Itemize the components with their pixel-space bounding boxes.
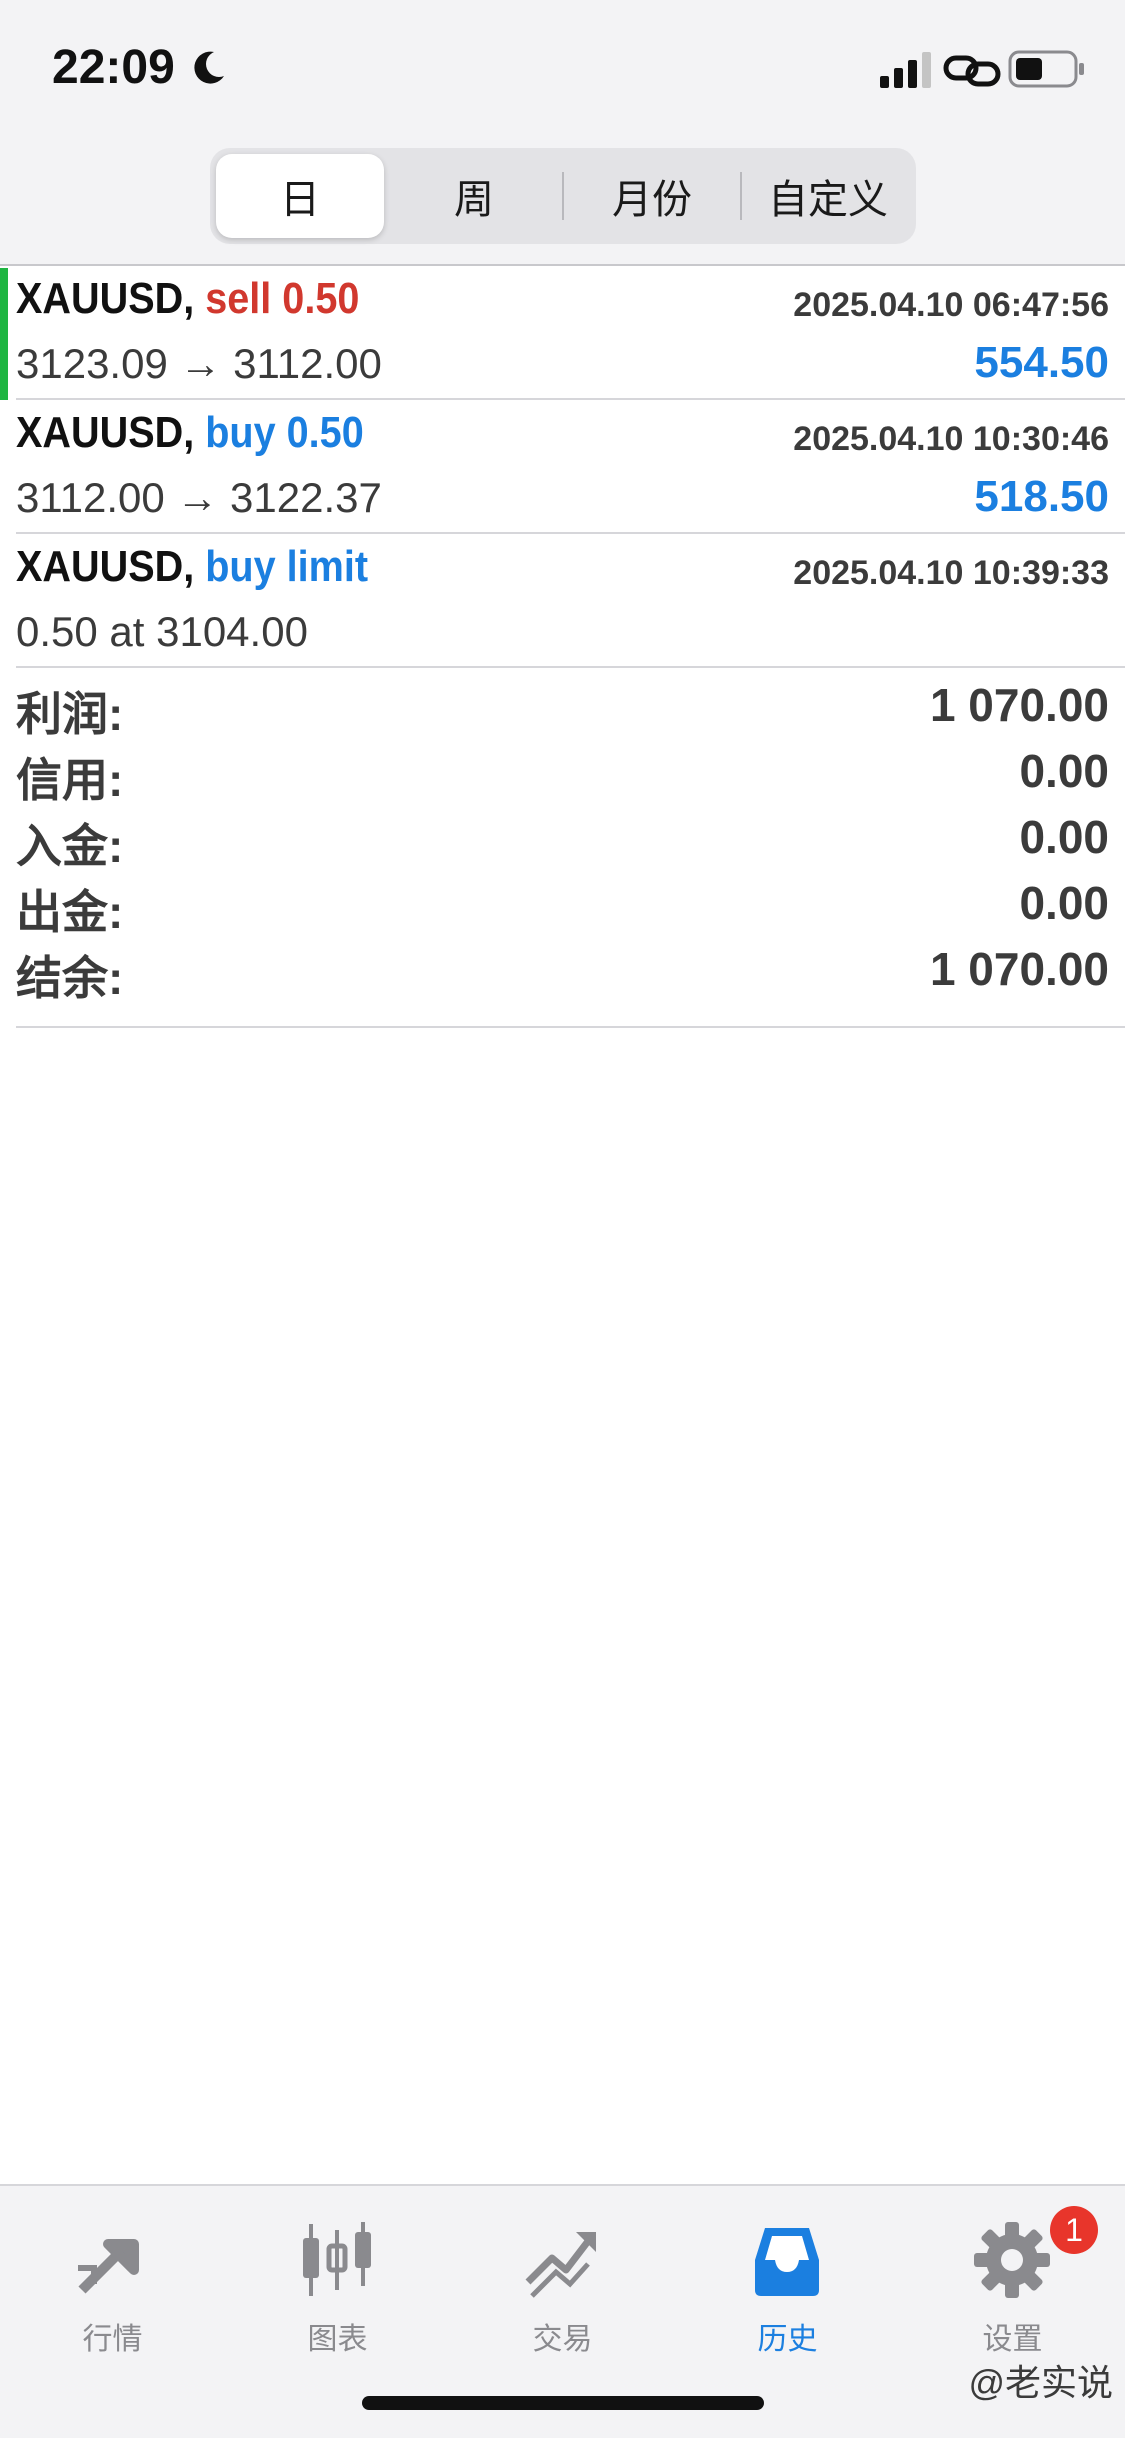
trade-row[interactable]: XAUUSD, sell 0.50 2025.04.10 06:47:56 31… [0,266,1125,400]
link-icon [943,55,1001,87]
period-selector-area: 日 周 月份 自定义 [0,140,1125,264]
order-time: 2025.04.10 10:39:33 [793,554,1109,592]
tab-label: 行情 [82,2323,143,2356]
period-segmented-control: 日 周 月份 自定义 [210,148,916,244]
chart-icon [303,2222,371,2296]
quotes-icon [78,2239,139,2294]
summary-label: 信用: [16,754,124,806]
tab-trade[interactable]: 交易 [450,2204,675,2356]
tab-label: 图表 [307,2323,368,2356]
account-summary: 利润: 1 070.00 信用: 0.00 入金: 0.00 出金: 0.00 … [0,670,1125,1004]
summary-label: 结余: [16,952,124,1004]
moon-icon [194,51,224,84]
summary-label: 利润: [16,688,124,740]
status-bar: 22:09 [0,0,1125,140]
tab-quotes[interactable]: 行情 [0,2204,225,2356]
summary-credit-row: 信用: 0.00 [0,736,1125,806]
trade-time: 2025.04.10 06:47:56 [793,286,1109,324]
summary-profit-row: 利润: 1 070.00 [0,670,1125,740]
summary-value: 1 070.00 [929,943,1109,995]
trade-symbol: XAUUSD, [16,274,195,323]
home-indicator [362,2396,764,2410]
order-type: buy limit [205,542,369,591]
summary-balance-row: 结余: 1 070.00 [0,934,1125,1004]
history-icon [755,2228,819,2296]
order-title: XAUUSD, buy limit [16,542,368,592]
summary-value: 0.00 [1019,745,1109,797]
selected-indicator [0,268,8,400]
segment-divider [740,172,742,220]
tab-history[interactable]: 历史 [675,2204,900,2356]
trade-title: XAUUSD, sell 0.50 [16,274,359,324]
trade-prices: 3123.09 → 3112.00 [16,340,382,387]
summary-value: 1 070.00 [929,679,1109,731]
order-volume-price: 0.50 at 3104.00 [16,608,308,655]
order-row[interactable]: XAUUSD, buy limit 2025.04.10 10:39:33 0.… [0,534,1125,668]
summary-value: 0.00 [1019,811,1109,863]
trade-row[interactable]: XAUUSD, buy 0.50 2025.04.10 10:30:46 311… [0,400,1125,534]
trade-direction: sell 0.50 [205,274,360,323]
summary-label: 出金: [16,886,124,938]
signal-icon [880,52,931,88]
trade-symbol: XAUUSD, [16,408,195,457]
summary-label: 入金: [16,820,124,872]
trade-prices: 3112.00 → 3122.37 [16,474,382,521]
segment-week[interactable]: 周 [390,154,558,238]
summary-divider [16,1026,1125,1028]
tab-settings[interactable]: 1 设置 [900,2204,1125,2356]
segment-month[interactable]: 月份 [568,154,736,238]
trade-icon [525,2232,596,2298]
summary-withdrawal-row: 出金: 0.00 [0,868,1125,938]
tab-label: 设置 [982,2323,1043,2356]
segment-custom[interactable]: 自定义 [744,154,912,238]
row-separator [16,666,1125,668]
segment-divider [562,172,564,220]
summary-value: 0.00 [1019,877,1109,929]
summary-deposit-row: 入金: 0.00 [0,802,1125,872]
tab-label: 历史 [757,2323,818,2356]
segment-day[interactable]: 日 [216,154,384,238]
trade-title: XAUUSD, buy 0.50 [16,408,364,458]
settings-icon [974,2222,1050,2298]
order-symbol: XAUUSD, [16,542,195,591]
watermark: @老实说 [968,2362,1113,2403]
trade-time: 2025.04.10 10:30:46 [793,420,1109,458]
battery-icon [1008,50,1084,88]
trade-direction: buy 0.50 [205,408,364,457]
tab-label: 交易 [532,2323,593,2356]
tab-charts[interactable]: 图表 [225,2204,450,2356]
trade-profit: 554.50 [974,338,1109,387]
notification-badge: 1 [1050,2206,1098,2254]
trade-profit: 518.50 [974,472,1109,521]
status-time: 22:09 [52,41,175,94]
